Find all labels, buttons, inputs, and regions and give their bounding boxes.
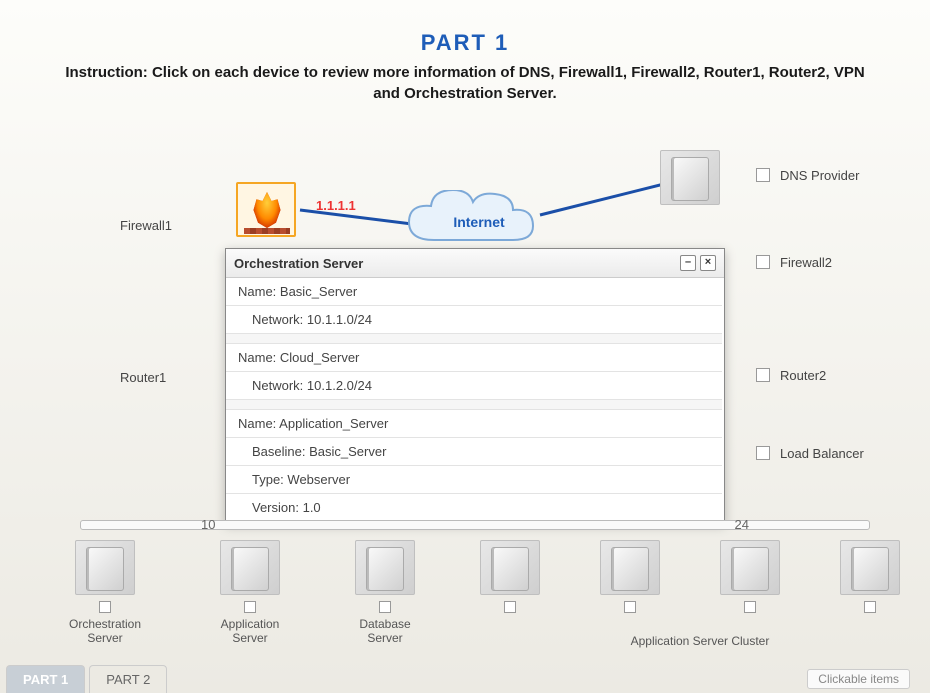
- router1-label: Router1: [120, 370, 166, 385]
- node-label: Orchestration Server: [60, 617, 150, 645]
- popup-gap: [226, 334, 722, 344]
- popup-row: Type: Webserver: [226, 466, 722, 494]
- server-row: Orchestration Server Application Server …: [60, 540, 900, 645]
- orchestration-server-node[interactable]: Orchestration Server: [60, 540, 150, 645]
- node-checkbox[interactable]: [624, 601, 636, 613]
- popup-row: Version: 1.0: [226, 494, 722, 522]
- node-checkbox[interactable]: [504, 601, 516, 613]
- firewall1-node[interactable]: [236, 182, 296, 237]
- node-label: Application Server: [210, 617, 290, 645]
- server-icon[interactable]: [660, 150, 720, 205]
- node-checkbox[interactable]: [744, 601, 756, 613]
- cluster-node-3[interactable]: [720, 540, 780, 645]
- node-checkbox[interactable]: [864, 601, 876, 613]
- popup-row: Name: Basic_Server: [226, 278, 722, 306]
- cluster-node-1[interactable]: [480, 540, 540, 645]
- router2-checkbox[interactable]: [756, 368, 770, 382]
- bottom-tabs: PART 1 PART 2: [0, 665, 167, 693]
- firewall2-checkbox[interactable]: [756, 255, 770, 269]
- loadbalancer-checkbox[interactable]: [756, 446, 770, 460]
- server-icon[interactable]: [600, 540, 660, 595]
- popup-gap: [226, 400, 722, 410]
- server-icon[interactable]: [75, 540, 135, 595]
- loadbalancer-label: Load Balancer: [780, 446, 864, 461]
- tab-part1[interactable]: PART 1: [6, 665, 85, 693]
- dns-checkbox[interactable]: [756, 168, 770, 182]
- network-bus: 10 24: [80, 520, 870, 530]
- node-label: Database Server: [350, 617, 420, 645]
- diagram-canvas: Firewall1 1.1.1.1 Internet DNS Provider …: [0, 30, 930, 693]
- cluster-label: Application Server Cluster: [570, 634, 830, 648]
- internet-cloud[interactable]: Internet: [404, 190, 554, 252]
- popup-body[interactable]: Name: Basic_Server Network: 10.1.1.0/24 …: [226, 278, 724, 522]
- internet-label: Internet: [404, 214, 554, 230]
- firewall-icon[interactable]: [236, 182, 296, 237]
- server-icon[interactable]: [480, 540, 540, 595]
- popup-row: Baseline: Basic_Server: [226, 438, 722, 466]
- router2-label: Router2: [780, 368, 826, 383]
- minimize-button[interactable]: –: [680, 255, 696, 271]
- popup-row: Name: Application_Server: [226, 410, 722, 438]
- firewall1-ip: 1.1.1.1: [316, 198, 356, 213]
- firewall2-label: Firewall2: [780, 255, 832, 270]
- server-icon[interactable]: [220, 540, 280, 595]
- cluster-node-2[interactable]: [600, 540, 660, 645]
- close-button[interactable]: ×: [700, 255, 716, 271]
- server-icon[interactable]: [355, 540, 415, 595]
- bus-right-ip: 24: [735, 517, 749, 532]
- dns-node[interactable]: [660, 150, 720, 205]
- node-checkbox[interactable]: [99, 601, 111, 613]
- cluster-node-4[interactable]: [840, 540, 900, 645]
- server-icon[interactable]: [840, 540, 900, 595]
- firewall1-label: Firewall1: [120, 218, 172, 233]
- node-checkbox[interactable]: [244, 601, 256, 613]
- server-icon[interactable]: [720, 540, 780, 595]
- popup-row: Name: Cloud_Server: [226, 344, 722, 372]
- popup-titlebar[interactable]: Orchestration Server – ×: [226, 249, 724, 278]
- bus-left-ip: 10: [201, 517, 215, 532]
- tab-part2[interactable]: PART 2: [89, 665, 167, 693]
- popup-row: Network: 10.1.1.0/24: [226, 306, 722, 334]
- popup-row: Network: 10.1.2.0/24: [226, 372, 722, 400]
- node-checkbox[interactable]: [379, 601, 391, 613]
- application-server-node[interactable]: Application Server: [210, 540, 290, 645]
- popup-title: Orchestration Server: [234, 256, 363, 271]
- info-popup: Orchestration Server – × Name: Basic_Ser…: [225, 248, 725, 523]
- dns-label: DNS Provider: [780, 168, 859, 183]
- database-server-node[interactable]: Database Server: [350, 540, 420, 645]
- clickable-items-note[interactable]: Clickable items: [807, 669, 910, 689]
